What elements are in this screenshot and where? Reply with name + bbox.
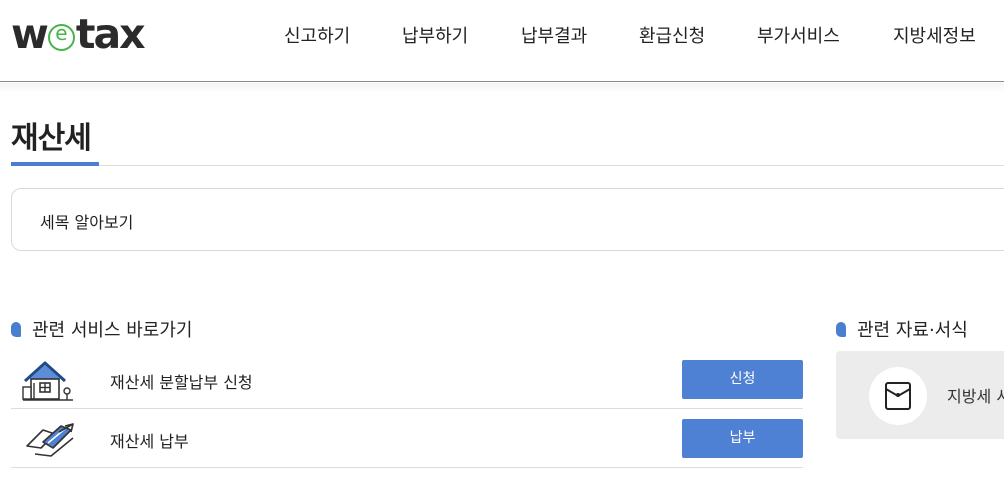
service-row-installment: 재산세 분할납부 신청 신청 xyxy=(11,351,803,409)
doc-label: 지방세 서 xyxy=(947,387,1004,406)
apply-button[interactable]: 신청 xyxy=(682,360,803,399)
logo-tax: tax xyxy=(75,9,146,58)
nav-payment-result[interactable]: 납부결과 xyxy=(521,22,587,48)
pay-button[interactable]: 납부 xyxy=(682,419,803,458)
docs-heading: 관련 자료·서식 xyxy=(836,316,968,342)
logo-e-mark: e xyxy=(47,23,75,51)
heading-bullet-icon xyxy=(11,321,21,337)
nav-payment[interactable]: 납부하기 xyxy=(402,22,468,48)
tax-info-label: 세목 알아보기 xyxy=(40,213,134,232)
nav-extra-services[interactable]: 부가서비스 xyxy=(757,22,840,48)
service-label: 재산세 납부 xyxy=(110,432,189,451)
related-doc-item[interactable]: 지방세 서 xyxy=(836,351,1004,439)
card-payment-icon xyxy=(26,423,74,457)
site-header: w e tax 신고하기 납부하기 납부결과 환급신청 부가서비스 지방세정보 xyxy=(0,0,1004,82)
docs-heading-text: 관련 자료·서식 xyxy=(857,320,968,341)
header-shadow xyxy=(0,83,1004,93)
house-icon xyxy=(22,361,73,401)
tax-info-accordion[interactable]: 세목 알아보기 xyxy=(11,188,1004,251)
title-divider xyxy=(11,165,1004,166)
wetax-logo[interactable]: w e tax xyxy=(11,9,146,58)
envelope-document-icon xyxy=(885,382,911,410)
doc-icon-circle xyxy=(869,367,927,425)
nav-refund[interactable]: 환급신청 xyxy=(639,22,705,48)
services-heading-text: 관련 서비스 바로가기 xyxy=(32,320,193,341)
service-row-payment: 재산세 납부 납부 xyxy=(11,410,803,468)
nav-report[interactable]: 신고하기 xyxy=(284,22,350,48)
title-accent-bar xyxy=(11,162,99,166)
nav-local-tax-info[interactable]: 지방세정보 xyxy=(893,22,976,48)
page-title: 재산세 xyxy=(11,121,92,156)
logo-w: w xyxy=(11,9,49,58)
services-heading: 관련 서비스 바로가기 xyxy=(11,316,192,342)
service-label: 재산세 분할납부 신청 xyxy=(110,373,253,392)
heading-bullet-icon xyxy=(836,321,846,337)
